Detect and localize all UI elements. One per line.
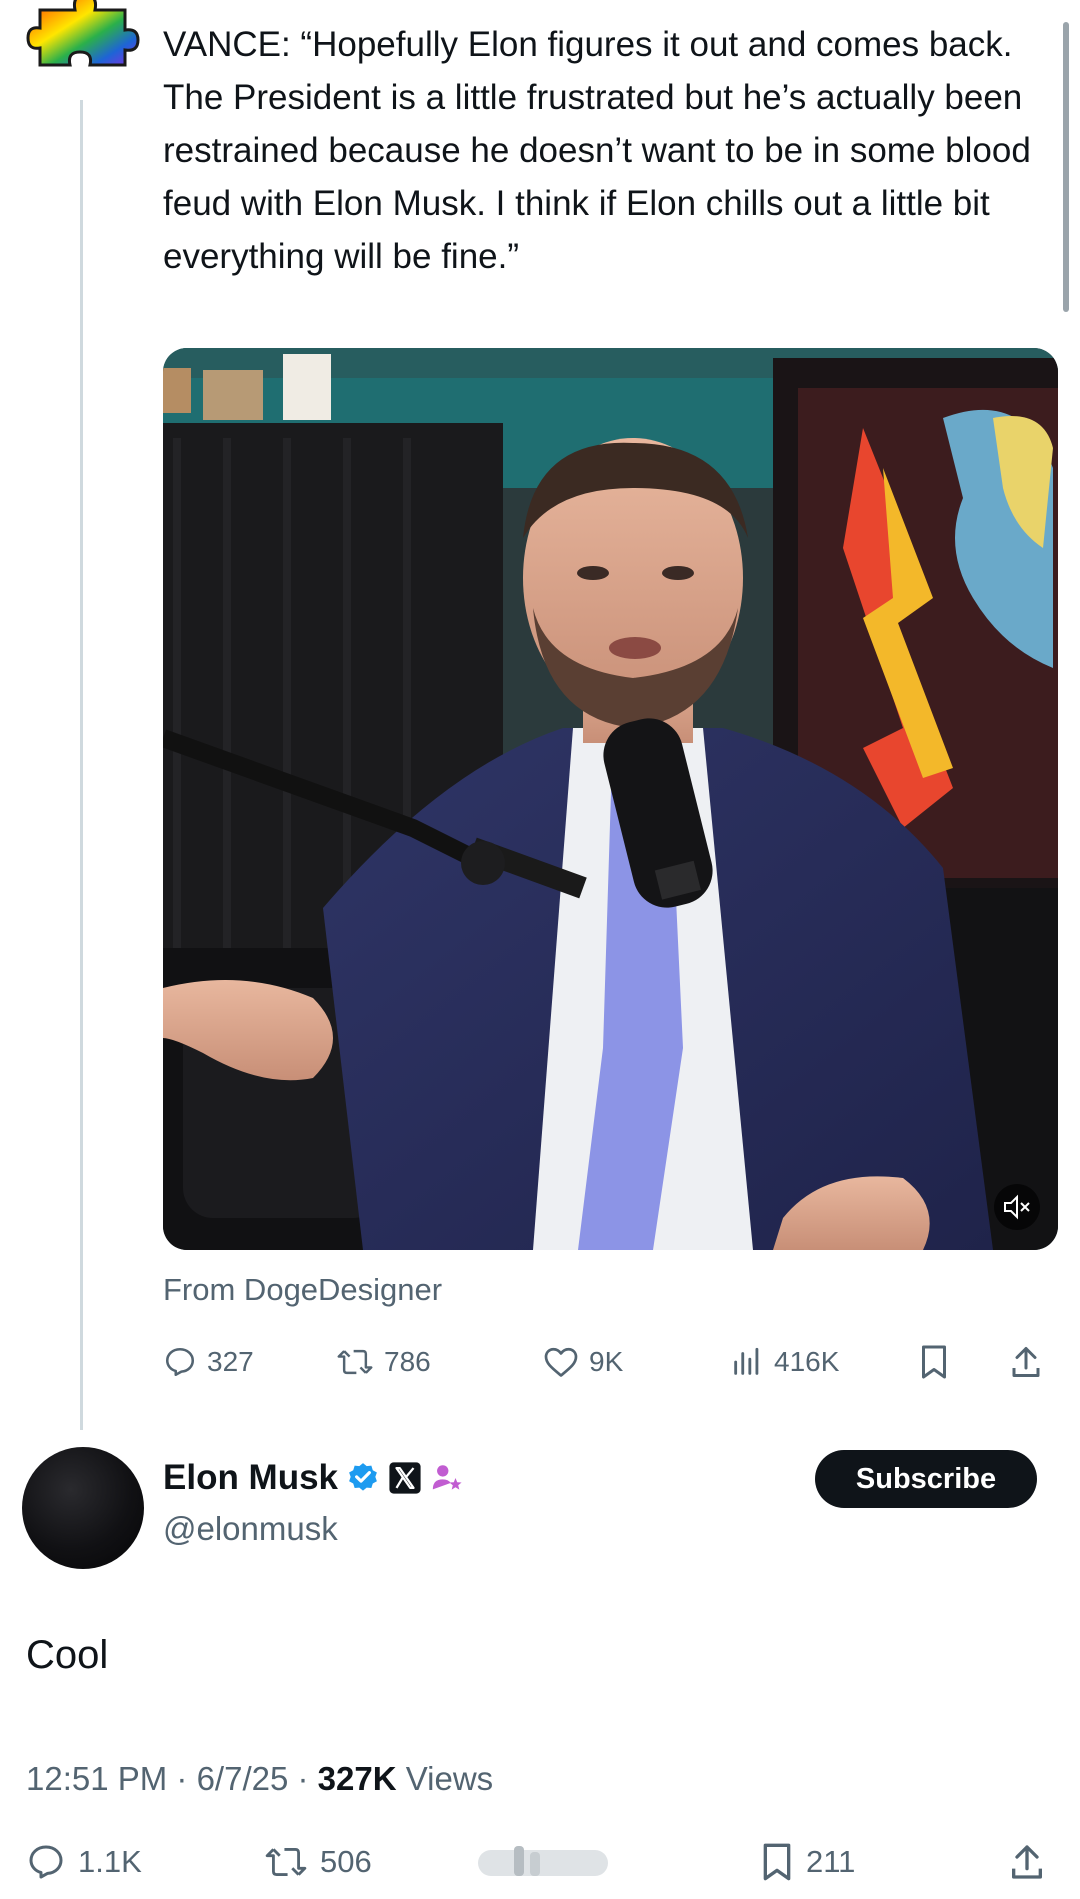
video-frame-image xyxy=(163,348,1058,1250)
tweet-date[interactable]: 6/7/25 xyxy=(197,1760,289,1797)
bookmark-action[interactable] xyxy=(918,1340,950,1384)
meta-separator: · xyxy=(288,1760,318,1797)
rainbow-puzzle-icon[interactable] xyxy=(20,0,140,80)
share-icon xyxy=(1012,1845,1043,1879)
tweet-repost-count: 506 xyxy=(320,1844,372,1879)
reply-count: 327 xyxy=(207,1346,254,1377)
video-player[interactable] xyxy=(163,348,1058,1250)
avatar[interactable] xyxy=(22,1447,144,1569)
heart-icon xyxy=(544,1347,578,1377)
bookmark-icon xyxy=(763,1843,791,1881)
tweet-meta: 12:51 PM · 6/7/25 · 327K Views xyxy=(26,1760,493,1798)
tweet-like-action[interactable] xyxy=(478,1840,608,1884)
views-count: 416K xyxy=(774,1346,840,1377)
reply-icon xyxy=(29,1845,63,1879)
like-action[interactable]: 9K xyxy=(543,1340,623,1384)
verified-badge-icon[interactable] xyxy=(346,1461,380,1495)
tweet-views-count: 327K xyxy=(317,1760,397,1797)
tweet-reply-count: 1.1K xyxy=(78,1844,142,1879)
tweet-time[interactable]: 12:51 PM xyxy=(26,1760,167,1797)
repost-icon xyxy=(337,1349,373,1375)
author-name[interactable]: Elon Musk xyxy=(163,1458,338,1498)
share-action[interactable] xyxy=(1010,1340,1042,1384)
tweet-bookmark-count: 211 xyxy=(806,1844,856,1879)
mute-button[interactable] xyxy=(994,1184,1040,1230)
author-name-row[interactable]: Elon Musk xyxy=(163,1458,464,1498)
scrollbar[interactable] xyxy=(1063,22,1069,312)
views-action[interactable]: 416K xyxy=(730,1340,839,1384)
meta-separator: · xyxy=(167,1760,197,1797)
quoted-tweet-text: VANCE: “Hopefully Elon figures it out an… xyxy=(163,25,1041,276)
tweet-reply-action[interactable]: 1.1K xyxy=(26,1840,142,1884)
affiliate-icon[interactable] xyxy=(430,1461,464,1495)
media-attribution[interactable]: From DogeDesigner xyxy=(163,1272,442,1308)
tweet-views-label: Views xyxy=(405,1760,494,1797)
views-chart-icon xyxy=(734,1347,759,1375)
bookmark-icon xyxy=(922,1345,946,1379)
mute-icon xyxy=(1004,1194,1030,1220)
x-logo-icon[interactable] xyxy=(388,1461,422,1495)
repost-count: 786 xyxy=(384,1346,431,1377)
repost-action[interactable]: 786 xyxy=(336,1340,431,1384)
subscribe-button[interactable]: Subscribe xyxy=(815,1450,1037,1508)
tweet-share-action[interactable] xyxy=(1010,1840,1044,1884)
reply-action[interactable]: 327 xyxy=(163,1340,254,1384)
tweet-text: Cool xyxy=(26,1633,109,1677)
repost-icon xyxy=(265,1848,307,1876)
tweet-repost-action[interactable]: 506 xyxy=(264,1840,372,1884)
author-handle[interactable]: @elonmusk xyxy=(163,1510,338,1548)
share-icon xyxy=(1012,1347,1040,1377)
blurred-like-icon xyxy=(478,1846,608,1876)
like-count: 9K xyxy=(589,1346,624,1377)
thread-connector-line xyxy=(80,100,83,1430)
reply-icon xyxy=(165,1347,195,1377)
tweet-bookmark-action[interactable]: 211 xyxy=(760,1840,855,1884)
